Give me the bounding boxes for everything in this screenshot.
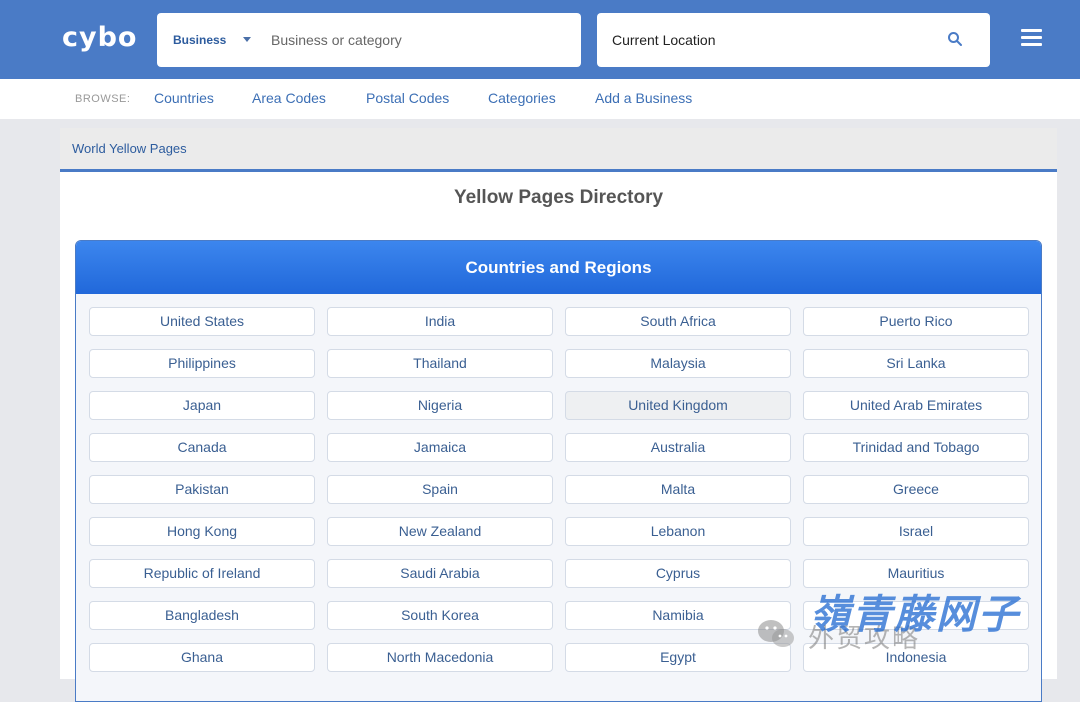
business-search-input[interactable] [271, 13, 561, 67]
country-link[interactable]: Ghana [89, 643, 315, 672]
nav-area-codes[interactable]: Area Codes [252, 90, 326, 106]
country-link[interactable]: Nigeria [327, 391, 553, 420]
hamburger-menu-icon[interactable] [1021, 29, 1042, 47]
country-link[interactable]: Malaysia [565, 349, 791, 378]
country-link[interactable]: Saudi Arabia [327, 559, 553, 588]
country-link[interactable]: Malta [565, 475, 791, 504]
country-link[interactable]: Jamaica [327, 433, 553, 462]
nav-categories[interactable]: Categories [488, 90, 556, 106]
country-link[interactable]: Trinidad and Tobago [803, 433, 1029, 462]
country-link[interactable]: United Kingdom [565, 391, 791, 420]
country-link[interactable]: South Korea [327, 601, 553, 630]
country-link[interactable]: Lebanon [565, 517, 791, 546]
nav-countries[interactable]: Countries [154, 90, 214, 106]
search-type-select[interactable]: Business [173, 13, 226, 67]
page-title: Yellow Pages Directory [453, 187, 664, 208]
location-search-box [597, 13, 990, 67]
logo[interactable]: cybo [62, 22, 137, 53]
country-link[interactable]: Hong Kong [89, 517, 315, 546]
country-link[interactable]: Sri Lanka [803, 349, 1029, 378]
country-link[interactable]: North Macedonia [327, 643, 553, 672]
country-link[interactable]: Canada [89, 433, 315, 462]
country-link[interactable]: Israel [803, 517, 1029, 546]
country-link[interactable]: Philippines [89, 349, 315, 378]
browse-nav: BROWSE: Countries Area Codes Postal Code… [0, 79, 1080, 119]
browse-label: BROWSE: [75, 93, 131, 105]
watermark-title: 嶺青藤网子 [810, 593, 1020, 637]
chevron-down-icon[interactable] [243, 37, 251, 42]
country-link[interactable]: India [327, 307, 553, 336]
top-header: cybo Business [0, 0, 1080, 79]
wechat-icon [758, 620, 794, 647]
country-link[interactable]: Japan [89, 391, 315, 420]
location-input[interactable] [612, 13, 932, 67]
country-link[interactable]: Puerto Rico [803, 307, 1029, 336]
business-search-box: Business [157, 13, 581, 67]
section-title: Countries and Regions [76, 241, 1041, 294]
country-link[interactable]: Cyprus [565, 559, 791, 588]
country-link[interactable]: United States [89, 307, 315, 336]
country-link[interactable]: Pakistan [89, 475, 315, 504]
country-link[interactable]: New Zealand [327, 517, 553, 546]
nav-add-business[interactable]: Add a Business [595, 90, 692, 106]
country-link[interactable]: Australia [565, 433, 791, 462]
breadcrumb: World Yellow Pages [60, 128, 1057, 172]
country-link[interactable]: South Africa [565, 307, 791, 336]
nav-postal-codes[interactable]: Postal Codes [366, 90, 449, 106]
country-link[interactable]: Greece [803, 475, 1029, 504]
breadcrumb-world-yellow-pages[interactable]: World Yellow Pages [72, 141, 187, 156]
country-link[interactable]: Spain [327, 475, 553, 504]
watermark: 外贸攻略 嶺青藤网子 [756, 586, 1056, 656]
country-link[interactable]: Thailand [327, 349, 553, 378]
country-link[interactable]: United Arab Emirates [803, 391, 1029, 420]
country-link[interactable]: Republic of Ireland [89, 559, 315, 588]
country-link[interactable]: Bangladesh [89, 601, 315, 630]
search-icon[interactable] [947, 31, 963, 47]
